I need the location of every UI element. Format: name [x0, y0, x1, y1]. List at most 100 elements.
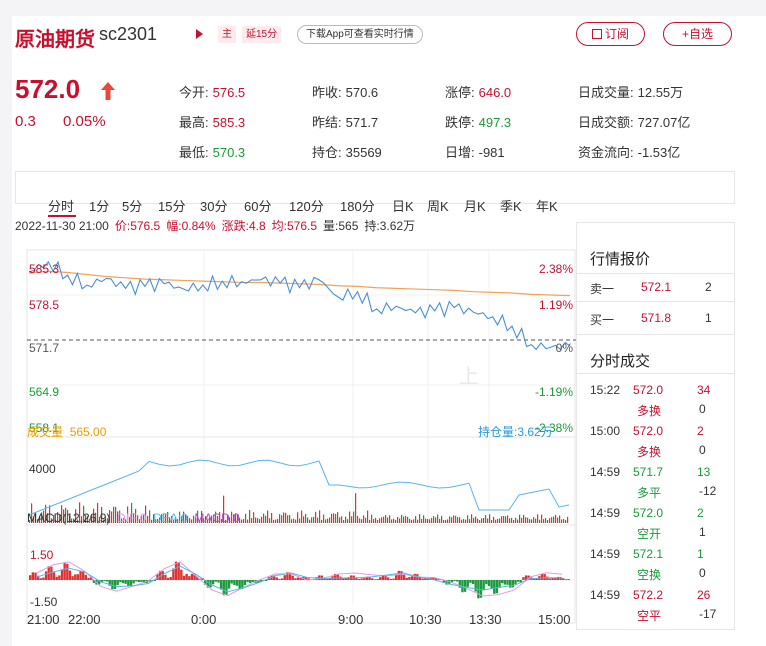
- volume-bar: [463, 518, 465, 523]
- trade-volume: 2: [697, 506, 704, 520]
- volume-bar: [409, 518, 411, 523]
- y-axis-price-label: 564.9: [29, 385, 60, 399]
- stat-value: -1.53亿: [637, 145, 681, 160]
- stat-value: 570.6: [345, 85, 379, 100]
- macd-bar: [397, 570, 400, 580]
- macd-bar: [373, 579, 377, 580]
- tab-period[interactable]: 年K: [536, 196, 558, 215]
- volume-bar: [365, 517, 367, 523]
- macd-dif: DIF:0: [117, 511, 147, 525]
- volume-bar: [331, 513, 333, 523]
- trade-price: 572.0: [633, 424, 664, 438]
- tab-period[interactable]: 月K: [464, 196, 486, 215]
- buy1-label: 买一: [590, 313, 615, 327]
- y-axis-price-label: 585.3: [29, 262, 60, 276]
- macd-bar: [55, 576, 58, 580]
- info-avg: 均:576.5: [271, 219, 318, 233]
- volume-bar: [341, 516, 343, 523]
- stat-key: 资金流向:: [578, 145, 634, 160]
- macd-bar: [280, 578, 284, 580]
- volume-bar: [449, 516, 451, 523]
- subscribe-button[interactable]: 订阅: [576, 22, 645, 46]
- macd-bar: [371, 578, 374, 580]
- volume-bar: [519, 514, 521, 523]
- tab-period[interactable]: 1分: [89, 196, 109, 215]
- add-favorite-button[interactable]: +自选: [663, 22, 732, 46]
- trade-type: 空平: [637, 609, 662, 623]
- volume-bar: [505, 516, 507, 523]
- macd-bar: [225, 580, 228, 595]
- macd-bar: [211, 580, 215, 585]
- stat-value: 571.7: [345, 115, 379, 130]
- last-price: 572.0: [15, 74, 81, 104]
- tab-period[interactable]: 5分: [122, 196, 142, 215]
- volume-bar: [263, 513, 265, 523]
- macd-bar: [222, 580, 225, 596]
- up-arrow-icon: [101, 82, 115, 100]
- macd-bar: [562, 578, 565, 580]
- tab-period[interactable]: 120分: [289, 196, 324, 215]
- tab-period[interactable]: 60分: [244, 196, 271, 215]
- volume-bar: [403, 516, 405, 523]
- volume-bar: [369, 519, 371, 523]
- macd-bar: [63, 563, 66, 580]
- tab-period[interactable]: 周K: [427, 196, 449, 215]
- macd-bar: [522, 577, 525, 580]
- tab-period[interactable]: 分时: [48, 196, 74, 215]
- volume-bar: [249, 510, 251, 523]
- divider: [577, 273, 734, 274]
- x-axis-time-label: 13:30: [469, 612, 502, 627]
- volume-bar: [247, 519, 249, 523]
- macd-tick-bottom: -1.50: [30, 595, 58, 609]
- sell1-price: 572.1: [641, 280, 672, 294]
- info-amp: 幅:0.84%: [166, 219, 216, 233]
- chart-infobar: 2022-11-30 21:00 价:576.5 幅:0.84% 涨跌:4.8 均:57…: [15, 217, 421, 234]
- trade-volume: 13: [697, 465, 711, 479]
- volume-bar: [559, 515, 561, 523]
- volume-bar: [343, 519, 345, 523]
- volume-bar: [377, 519, 379, 523]
- volume-bar: [355, 493, 357, 523]
- macd-bar: [137, 580, 141, 583]
- volume-bar: [417, 519, 419, 523]
- volume-bar: [501, 516, 503, 523]
- volume-bar: [329, 517, 331, 523]
- tab-period[interactable]: 季K: [500, 196, 522, 215]
- macd-bar: [469, 580, 472, 583]
- y-axis-pct-label: 2.38%: [538, 262, 573, 276]
- volume-bar: [407, 516, 409, 523]
- volume-bar: [517, 519, 519, 523]
- trade-type: 多换: [637, 445, 662, 459]
- tab-period[interactable]: 30分: [200, 196, 227, 215]
- volume-bar: [379, 518, 381, 523]
- play-icon[interactable]: [196, 29, 203, 39]
- macd-bar: [135, 580, 138, 582]
- volume-bar: [485, 515, 487, 523]
- macd-bar: [455, 580, 459, 582]
- trade-time: 14:59: [590, 547, 621, 561]
- volume-bar: [437, 514, 439, 523]
- macd-bar: [217, 580, 220, 583]
- macd-bar: [554, 578, 557, 580]
- info-vol: 量:565: [323, 219, 359, 233]
- tab-period[interactable]: 日K: [392, 196, 414, 215]
- tab-period[interactable]: 180分: [340, 196, 375, 215]
- macd-bar: [421, 578, 424, 580]
- volume-bar: [257, 518, 259, 523]
- volume-bar: [309, 519, 311, 523]
- volume-bar: [297, 512, 299, 523]
- volume-bar: [459, 517, 461, 523]
- quote-panel: 行情报价 卖一 572.1 2 买一 571.8 1 分时成交 15:22 572…: [576, 222, 735, 630]
- tab-period[interactable]: 15分: [158, 196, 185, 215]
- macd-bar: [235, 580, 239, 586]
- volume-bar: [543, 519, 545, 523]
- volume-bar: [301, 510, 303, 523]
- volume-bar: [433, 516, 435, 523]
- download-app-button[interactable]: 下载App可查看实时行情: [297, 25, 423, 44]
- macd-bar: [341, 578, 345, 580]
- volume-bar: [555, 514, 557, 523]
- volume-bar: [567, 516, 569, 523]
- volume-bar: [565, 519, 567, 523]
- macd-bar: [113, 580, 117, 589]
- volume-bar: [387, 517, 389, 523]
